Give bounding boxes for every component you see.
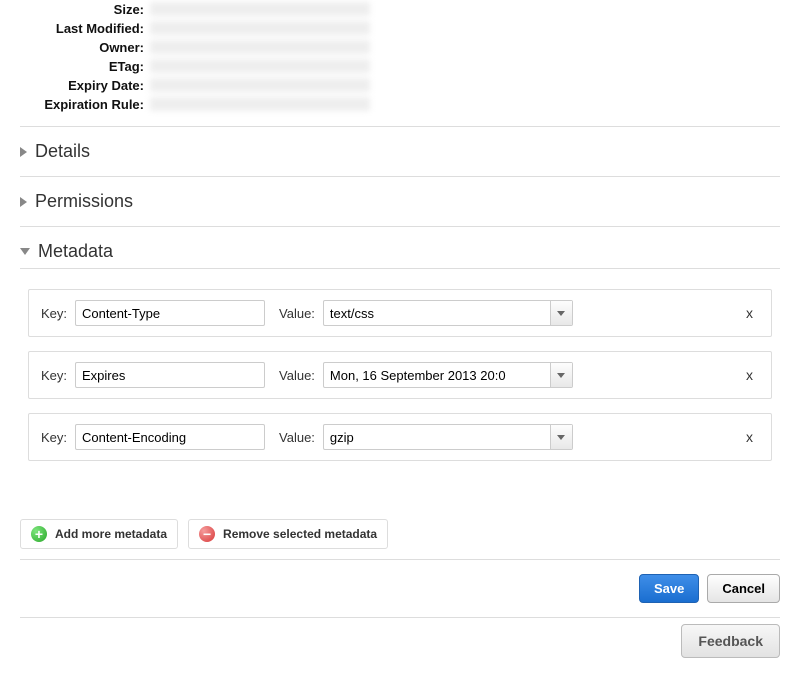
size-label: Size: (20, 2, 150, 17)
remove-row-button[interactable]: x (740, 367, 759, 383)
dropdown-icon[interactable] (550, 363, 572, 387)
metadata-key-input[interactable] (75, 300, 265, 326)
owner-value (150, 40, 370, 54)
expiry-date-value (150, 78, 370, 92)
cancel-button[interactable]: Cancel (707, 574, 780, 603)
metadata-row[interactable]: Key: Value: x (28, 413, 772, 461)
details-section-title: Details (35, 141, 90, 162)
expiration-rule-value (150, 97, 370, 111)
dropdown-icon[interactable] (550, 425, 572, 449)
metadata-body: Key: Value: x Key: Value: x (20, 269, 780, 479)
size-value (150, 2, 370, 16)
last-modified-label: Last Modified: (20, 21, 150, 36)
permissions-section-toggle[interactable]: Permissions (20, 185, 780, 218)
remove-selected-metadata-button[interactable]: − Remove selected metadata (188, 519, 388, 549)
plus-icon: + (31, 526, 47, 542)
key-label: Key: (41, 368, 67, 383)
chevron-down-icon (20, 248, 30, 255)
chevron-right-icon (20, 147, 27, 157)
save-button[interactable]: Save (639, 574, 699, 603)
add-more-metadata-button[interactable]: + Add more metadata (20, 519, 178, 549)
remove-row-button[interactable]: x (740, 305, 759, 321)
metadata-value-input[interactable] (323, 424, 573, 450)
chevron-right-icon (20, 197, 27, 207)
last-modified-value (150, 21, 370, 35)
metadata-key-input[interactable] (75, 424, 265, 450)
object-properties: Size: Last Modified: Owner: ETag: Expiry… (20, 0, 780, 126)
metadata-section-title: Metadata (38, 241, 113, 262)
value-label: Value: (279, 368, 315, 383)
expiration-rule-label: Expiration Rule: (20, 97, 150, 112)
permissions-section-title: Permissions (35, 191, 133, 212)
value-label: Value: (279, 306, 315, 321)
key-label: Key: (41, 306, 67, 321)
etag-value (150, 59, 370, 73)
dropdown-icon[interactable] (550, 301, 572, 325)
metadata-row[interactable]: Key: Value: x (28, 289, 772, 337)
details-section-toggle[interactable]: Details (20, 135, 780, 168)
remove-selected-metadata-label: Remove selected metadata (223, 527, 377, 541)
etag-label: ETag: (20, 59, 150, 74)
value-label: Value: (279, 430, 315, 445)
owner-label: Owner: (20, 40, 150, 55)
metadata-key-input[interactable] (75, 362, 265, 388)
key-label: Key: (41, 430, 67, 445)
metadata-section-toggle[interactable]: Metadata (20, 235, 780, 268)
expiry-date-label: Expiry Date: (20, 78, 150, 93)
metadata-value-input[interactable] (323, 362, 573, 388)
add-more-metadata-label: Add more metadata (55, 527, 167, 541)
remove-row-button[interactable]: x (740, 429, 759, 445)
metadata-row[interactable]: Key: Value: x (28, 351, 772, 399)
feedback-button[interactable]: Feedback (681, 624, 780, 658)
minus-icon: − (199, 526, 215, 542)
metadata-value-input[interactable] (323, 300, 573, 326)
